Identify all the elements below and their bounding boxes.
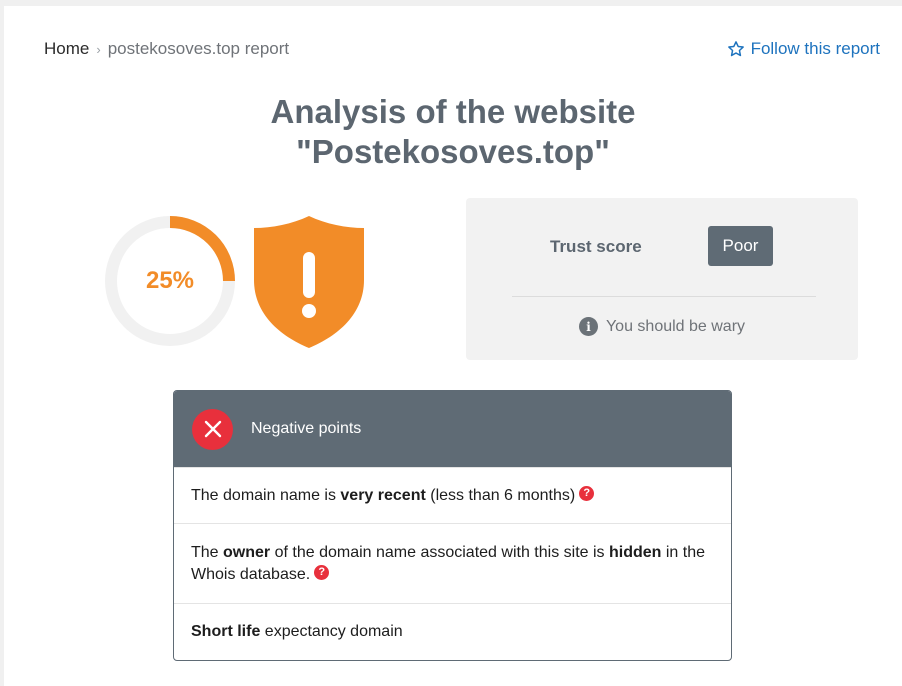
help-icon[interactable]: ? xyxy=(579,485,595,501)
page-title-line-2: "Postekosoves.top" xyxy=(296,133,610,170)
close-x-icon xyxy=(192,408,233,450)
help-icon[interactable]: ? xyxy=(314,564,330,580)
page-title: Analysis of the website "Postekosoves.to… xyxy=(4,92,902,172)
list-item-emphasis: hidden xyxy=(608,543,662,561)
list-item-text: of the domain name associated with this … xyxy=(270,543,609,561)
shield-exclamation-icon xyxy=(254,216,364,348)
score-percent: 25% xyxy=(145,267,195,294)
list-item: The domain name is very recent (less tha… xyxy=(174,467,731,523)
follow-report-label: Follow this report xyxy=(750,39,880,58)
list-item-text: The xyxy=(191,543,224,561)
trust-note-text: You should be wary xyxy=(605,317,746,335)
page-title-line-1: Analysis of the website xyxy=(270,93,636,130)
breadcrumb-home-link[interactable]: Home xyxy=(44,39,89,59)
info-icon[interactable]: i xyxy=(578,317,598,336)
trust-score-label: Trust score xyxy=(550,237,642,256)
list-item-text: The domain name is xyxy=(191,486,341,504)
list-item: Short life expectancy domain xyxy=(174,603,731,660)
breadcrumb-current: postekosoves.top report xyxy=(107,39,290,58)
trust-score-badge: Poor xyxy=(708,226,773,266)
list-item-emphasis: Short life xyxy=(191,623,261,640)
score-gauge: 25% xyxy=(102,213,238,349)
trust-score-panel: Trust score Poor i You should be wary xyxy=(466,198,858,360)
list-item-text: expectancy domain xyxy=(260,623,403,640)
negative-points-title: Negative points xyxy=(251,420,362,437)
list-item-text: (less than 6 months) xyxy=(425,486,576,504)
breadcrumb-separator: › xyxy=(96,41,101,57)
divider xyxy=(512,296,816,297)
follow-report-link[interactable]: Follow this report xyxy=(727,39,880,59)
negative-points-panel: Negative points The domain name is very … xyxy=(173,390,732,661)
list-item: The owner of the domain name associated … xyxy=(174,523,731,603)
list-item-emphasis: owner xyxy=(223,543,271,561)
report-card: Home › postekosoves.top report Follow th… xyxy=(4,6,902,686)
star-outline-icon xyxy=(727,41,744,57)
trust-note: i You should be wary xyxy=(466,317,858,336)
list-item-emphasis: very recent xyxy=(340,486,426,504)
breadcrumb: Home › postekosoves.top report xyxy=(44,39,289,59)
negative-points-header: Negative points xyxy=(174,391,731,467)
